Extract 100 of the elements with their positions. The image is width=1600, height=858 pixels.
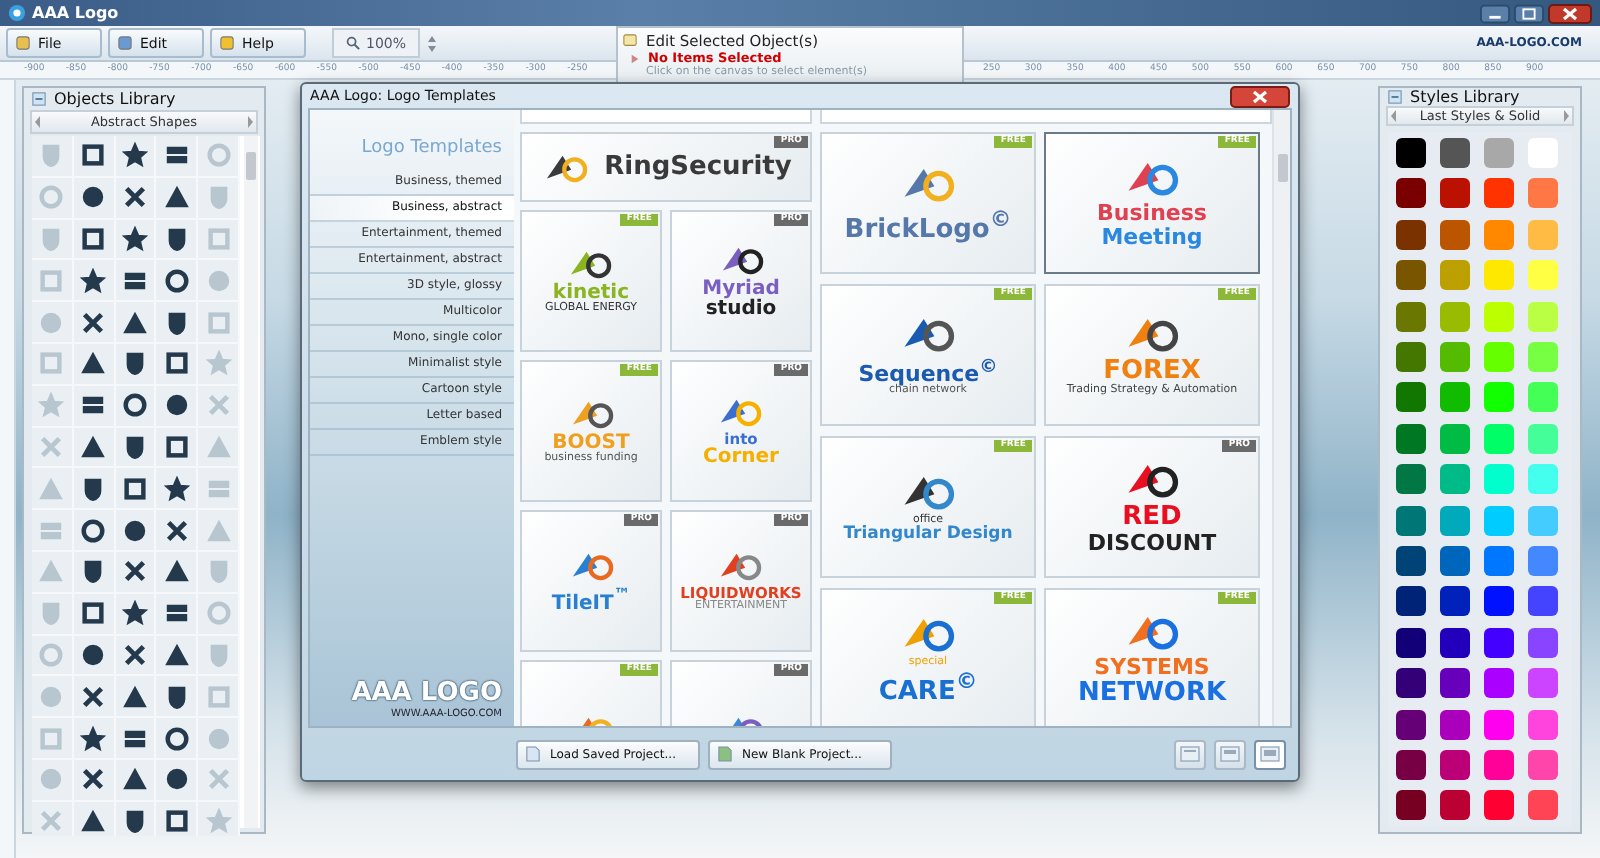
shape-thumbnail[interactable] bbox=[80, 600, 107, 627]
color-swatch[interactable] bbox=[1527, 464, 1557, 495]
shape-thumbnail[interactable] bbox=[121, 766, 148, 793]
color-swatch[interactable] bbox=[1395, 138, 1425, 169]
color-swatch[interactable] bbox=[1395, 260, 1425, 291]
color-swatch[interactable] bbox=[1527, 505, 1557, 536]
view-toggle-button[interactable] bbox=[1174, 739, 1206, 769]
shape-thumbnail[interactable] bbox=[121, 725, 148, 752]
color-swatch[interactable] bbox=[1527, 749, 1557, 780]
color-swatch[interactable] bbox=[1483, 342, 1513, 372]
shape-thumbnail[interactable] bbox=[80, 142, 107, 169]
shape-thumbnail[interactable] bbox=[121, 683, 148, 710]
shape-thumbnail[interactable] bbox=[121, 600, 148, 627]
close-icon[interactable] bbox=[1230, 85, 1290, 107]
shape-thumbnail[interactable] bbox=[80, 184, 107, 211]
shape-thumbnail[interactable] bbox=[38, 600, 65, 627]
color-swatch[interactable] bbox=[1395, 545, 1425, 576]
color-swatch[interactable] bbox=[1527, 260, 1557, 291]
scrollbar[interactable] bbox=[1272, 110, 1290, 726]
color-swatch[interactable] bbox=[1395, 219, 1425, 250]
color-swatch[interactable] bbox=[1483, 749, 1513, 780]
shape-thumbnail[interactable] bbox=[121, 267, 148, 294]
color-swatch[interactable] bbox=[1527, 545, 1557, 576]
color-swatch[interactable] bbox=[1527, 627, 1557, 658]
color-swatch[interactable] bbox=[1483, 464, 1513, 495]
shape-thumbnail[interactable] bbox=[163, 267, 190, 294]
shape-thumbnail[interactable] bbox=[80, 475, 107, 502]
color-swatch[interactable] bbox=[1439, 382, 1469, 413]
shape-thumbnail[interactable] bbox=[38, 225, 65, 252]
color-swatch[interactable] bbox=[1439, 301, 1469, 332]
shape-thumbnail[interactable] bbox=[121, 225, 148, 252]
spinner-arrows-icon[interactable] bbox=[426, 31, 439, 55]
color-swatch[interactable] bbox=[1439, 219, 1469, 250]
shape-thumbnail[interactable] bbox=[80, 808, 107, 835]
color-swatch[interactable] bbox=[1527, 668, 1557, 699]
shape-thumbnail[interactable] bbox=[163, 309, 190, 336]
shape-thumbnail[interactable] bbox=[163, 641, 190, 668]
color-swatch[interactable] bbox=[1395, 709, 1425, 740]
color-swatch[interactable] bbox=[1483, 545, 1513, 576]
shape-thumbnail[interactable] bbox=[80, 725, 107, 752]
collapse-icon[interactable] bbox=[1388, 90, 1402, 105]
color-swatch[interactable] bbox=[1527, 342, 1557, 372]
shape-thumbnail[interactable] bbox=[121, 517, 148, 544]
maximize-icon[interactable] bbox=[1514, 3, 1544, 23]
shape-thumbnail[interactable] bbox=[80, 225, 107, 252]
color-swatch[interactable] bbox=[1395, 464, 1425, 495]
shape-thumbnail[interactable] bbox=[121, 142, 148, 169]
shape-thumbnail[interactable] bbox=[80, 350, 107, 377]
color-swatch[interactable] bbox=[1483, 586, 1513, 617]
color-swatch[interactable] bbox=[1439, 668, 1469, 699]
shape-thumbnail[interactable] bbox=[163, 517, 190, 544]
shape-thumbnail[interactable] bbox=[38, 517, 65, 544]
minimize-icon[interactable] bbox=[1480, 3, 1510, 23]
shape-thumbnail[interactable] bbox=[121, 641, 148, 668]
shape-thumbnail[interactable] bbox=[121, 558, 148, 585]
color-swatch[interactable] bbox=[1483, 709, 1513, 740]
color-swatch[interactable] bbox=[1439, 505, 1469, 536]
color-swatch[interactable] bbox=[1483, 423, 1513, 454]
shape-thumbnail[interactable] bbox=[205, 558, 232, 585]
color-swatch[interactable] bbox=[1483, 301, 1513, 332]
color-swatch[interactable] bbox=[1527, 138, 1557, 169]
color-swatch[interactable] bbox=[1439, 423, 1469, 454]
shape-thumbnail[interactable] bbox=[163, 433, 190, 460]
shape-thumbnail[interactable] bbox=[121, 475, 148, 502]
color-swatch[interactable] bbox=[1483, 178, 1513, 209]
shape-thumbnail[interactable] bbox=[163, 142, 190, 169]
color-swatch[interactable] bbox=[1483, 260, 1513, 291]
color-swatch[interactable] bbox=[1439, 709, 1469, 740]
color-swatch[interactable] bbox=[1439, 790, 1469, 821]
shape-thumbnail[interactable] bbox=[205, 475, 232, 502]
shape-thumbnail[interactable] bbox=[80, 558, 107, 585]
color-swatch[interactable] bbox=[1439, 545, 1469, 576]
color-swatch[interactable] bbox=[1527, 301, 1557, 332]
shape-thumbnail[interactable] bbox=[121, 350, 148, 377]
shape-thumbnail[interactable] bbox=[163, 600, 190, 627]
view-toggle-button[interactable] bbox=[1214, 739, 1246, 769]
color-swatch[interactable] bbox=[1395, 342, 1425, 372]
color-swatch[interactable] bbox=[1439, 342, 1469, 372]
color-swatch[interactable] bbox=[1483, 627, 1513, 658]
collapse-icon[interactable] bbox=[32, 92, 46, 106]
color-swatch[interactable] bbox=[1439, 749, 1469, 780]
close-icon[interactable] bbox=[1548, 3, 1592, 23]
color-swatch[interactable] bbox=[1395, 586, 1425, 617]
shape-thumbnail[interactable] bbox=[163, 558, 190, 585]
shape-thumbnail[interactable] bbox=[80, 766, 107, 793]
color-swatch[interactable] bbox=[1439, 260, 1469, 291]
shape-thumbnail[interactable] bbox=[80, 683, 107, 710]
color-swatch[interactable] bbox=[1527, 709, 1557, 740]
color-swatch[interactable] bbox=[1395, 382, 1425, 413]
shape-thumbnail[interactable] bbox=[163, 350, 190, 377]
scrollbar[interactable] bbox=[243, 136, 258, 828]
expand-arrow-icon[interactable] bbox=[630, 53, 640, 63]
color-swatch[interactable] bbox=[1483, 505, 1513, 536]
shape-thumbnail[interactable] bbox=[121, 184, 148, 211]
view-toggle-button[interactable] bbox=[1254, 739, 1286, 769]
color-swatch[interactable] bbox=[1395, 301, 1425, 332]
color-swatch[interactable] bbox=[1439, 586, 1469, 617]
shape-thumbnail[interactable] bbox=[163, 392, 190, 419]
shape-thumbnail[interactable] bbox=[121, 808, 148, 835]
color-swatch[interactable] bbox=[1483, 668, 1513, 699]
